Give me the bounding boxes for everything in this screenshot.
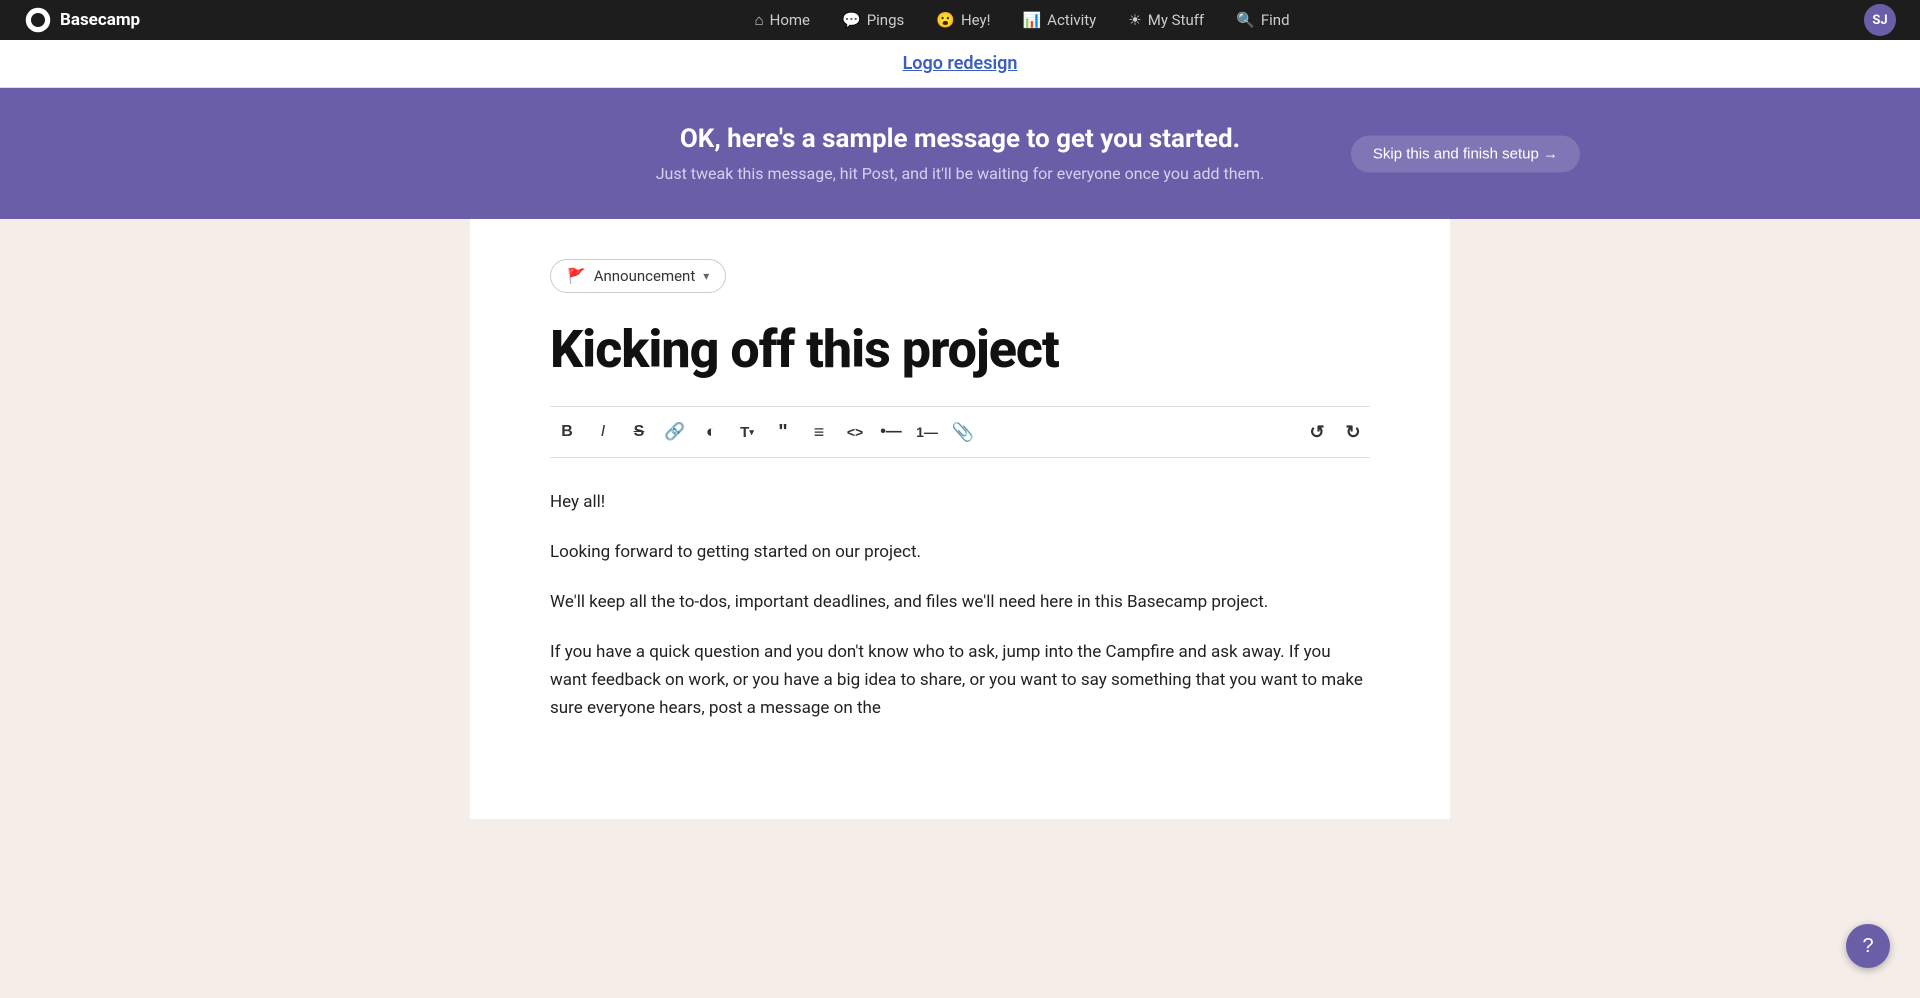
undo-button[interactable]: ↺: [1300, 415, 1334, 449]
code-button[interactable]: <>: [838, 415, 872, 449]
banner: OK, here's a sample message to get you s…: [0, 88, 1920, 219]
activity-icon: 📊: [1022, 11, 1041, 29]
project-title-link[interactable]: Logo redesign: [903, 53, 1018, 74]
nav-item-activity[interactable]: 📊 Activity: [1006, 0, 1112, 40]
chevron-down-icon: ▾: [703, 269, 709, 283]
my-stuff-icon: ☀: [1128, 11, 1141, 29]
announcement-dropdown[interactable]: 🚩 Announcement ▾: [550, 259, 726, 293]
pings-icon: 💬: [842, 11, 861, 29]
banner-title: OK, here's a sample message to get you s…: [0, 124, 1920, 154]
nav-right: SJ: [1864, 4, 1896, 36]
nav-item-find[interactable]: 🔍 Find: [1220, 0, 1305, 40]
strikethrough-button[interactable]: S: [622, 415, 656, 449]
nav-item-home[interactable]: ⌂ Home: [739, 0, 826, 40]
attachment-button[interactable]: 📎: [946, 415, 980, 449]
nav-bar: Basecamp ⌂ Home 💬 Pings 😮 Hey! 📊 Activit…: [0, 0, 1920, 40]
home-icon: ⌂: [755, 11, 764, 29]
redo-button[interactable]: ↻: [1336, 415, 1370, 449]
bullet-list-button[interactable]: •―: [874, 415, 908, 449]
text-style-button[interactable]: T▾: [730, 415, 764, 449]
nav-item-pings[interactable]: 💬 Pings: [826, 0, 920, 40]
numbered-list-button[interactable]: 1―: [910, 415, 944, 449]
toolbar-right: ↺ ↻: [1300, 415, 1370, 449]
content-paragraph-4: If you have a quick question and you don…: [550, 638, 1370, 722]
quote-button[interactable]: ": [766, 415, 800, 449]
find-icon: 🔍: [1236, 11, 1255, 29]
banner-subtitle: Just tweak this message, hit Post, and i…: [0, 164, 1920, 183]
post-title[interactable]: Kicking off this project: [550, 321, 1370, 378]
editor-content[interactable]: Hey all! Looking forward to getting star…: [550, 458, 1370, 722]
nav-item-my-stuff[interactable]: ☀ My Stuff: [1112, 0, 1220, 40]
content-paragraph-1: Hey all!: [550, 488, 1370, 516]
bold-button[interactable]: B: [550, 415, 584, 449]
avatar[interactable]: SJ: [1864, 4, 1896, 36]
content-paragraph-2: Looking forward to getting started on ou…: [550, 538, 1370, 566]
highlight-button[interactable]: ◐: [694, 415, 728, 449]
skip-setup-button[interactable]: Skip this and finish setup →: [1351, 135, 1580, 172]
content-paragraph-3: We'll keep all the to-dos, important dea…: [550, 588, 1370, 616]
nav-logo-text: Basecamp: [60, 10, 140, 30]
align-button[interactable]: ≡: [802, 415, 836, 449]
announcement-flag-icon: 🚩: [567, 267, 586, 285]
announcement-label: Announcement: [594, 267, 696, 285]
nav-logo[interactable]: Basecamp: [24, 6, 140, 34]
help-button[interactable]: ?: [1846, 924, 1890, 968]
nav-item-hey[interactable]: 😮 Hey!: [920, 0, 1006, 40]
italic-button[interactable]: I: [586, 415, 620, 449]
main-content: 🚩 Announcement ▾ Kicking off this projec…: [470, 219, 1450, 819]
link-button[interactable]: 🔗: [658, 415, 692, 449]
nav-items: ⌂ Home 💬 Pings 😮 Hey! 📊 Activity ☀ My St…: [180, 0, 1864, 40]
project-header: Logo redesign: [0, 40, 1920, 88]
hey-icon: 😮: [936, 11, 955, 29]
editor-toolbar: B I S 🔗 ◐ T▾ " ≡ <> •― 1― 📎 ↺ ↻: [550, 406, 1370, 458]
